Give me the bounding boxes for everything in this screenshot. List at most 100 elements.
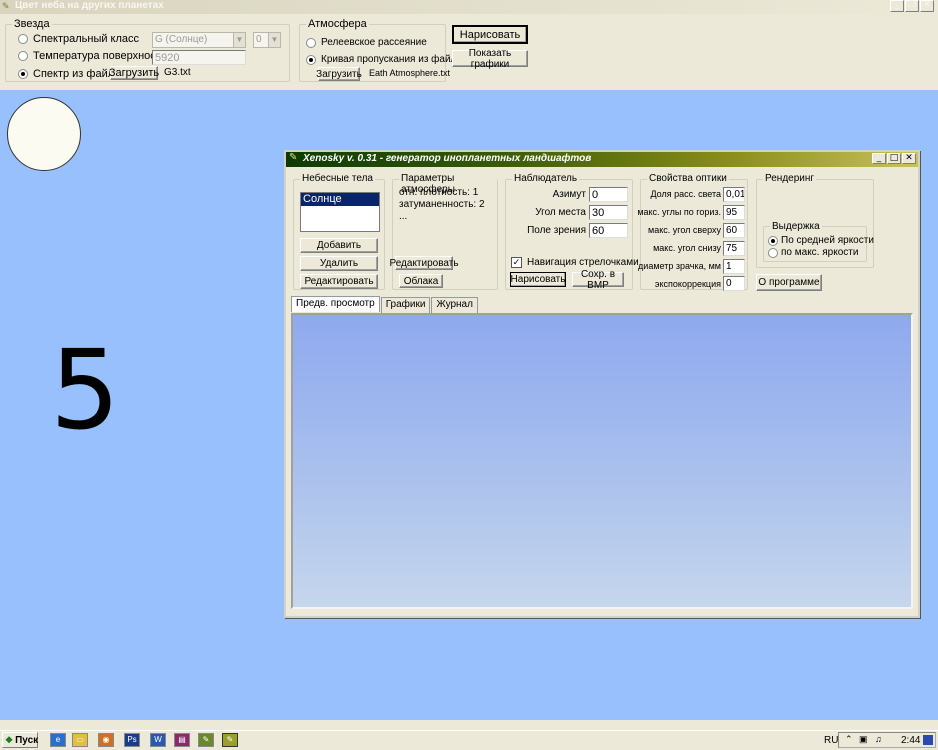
tab-preview[interactable]: Предв. просмотр (291, 296, 380, 312)
exposure-group: Выдержка По средней яркости по макс. ярк… (763, 221, 874, 262)
atmosphere-group-legend: Атмосфера (306, 18, 369, 30)
taskbar (0, 730, 938, 750)
atmo-turbidity-text: затуманенность: 2 (399, 199, 485, 210)
radio-transmission-curve[interactable]: Кривая пропускания из файла (306, 54, 462, 65)
minimize-icon[interactable]: _ (890, 0, 904, 12)
spectral-subclass-select[interactable]: 0 ▼ (253, 32, 281, 48)
edit-body-button[interactable]: Редактировать (300, 274, 378, 289)
fov-field[interactable]: 60 (589, 223, 628, 238)
tab-log[interactable]: Журнал (431, 297, 478, 313)
optics-value: 95 (726, 207, 738, 218)
xenosky-title-bar[interactable]: ✎ Xenosky v. 0.31 - генератор инопланетн… (286, 152, 918, 167)
clouds-button[interactable]: Облака (399, 274, 443, 288)
maximize-icon[interactable]: □ (887, 153, 901, 164)
spectral-class-select[interactable]: G (Солнце) ▼ (152, 32, 246, 48)
xenosky-task-icon[interactable]: ✎ (198, 733, 214, 747)
app-icon: ✎ (289, 152, 298, 163)
minimize-icon[interactable]: _ (872, 153, 886, 164)
show-graphs-button[interactable]: Показать графики (452, 48, 528, 70)
preview-draw-button[interactable]: Нарисовать (510, 272, 566, 287)
about-button[interactable]: О программе (756, 274, 822, 291)
xenosky-title: Xenosky v. 0.31 - генератор инопланетных… (303, 153, 592, 164)
max-horizontal-angle-field[interactable]: 95 (723, 205, 745, 220)
pupil-diameter-field[interactable]: 1 (723, 259, 745, 274)
atmosphere-file-name: Eath Atmosphere.txt (369, 68, 451, 78)
arrow-navigation-checkbox[interactable]: ✓ Навигация стрелочками (511, 257, 639, 268)
exposure-correction-field[interactable]: 0 (723, 276, 745, 291)
optics-legend: Свойства оптики (647, 173, 729, 184)
countdown-number: 5 (50, 326, 120, 454)
add-body-button[interactable]: Добавить (300, 238, 378, 253)
radio-temperature-label: Температура поверхности (33, 50, 167, 62)
show-desktop-icon[interactable] (923, 735, 933, 745)
list-item[interactable]: Солнце (301, 193, 379, 206)
edit-atmosphere-button[interactable]: Редактировать (389, 256, 459, 270)
altitude-field[interactable]: 30 (589, 205, 628, 220)
spectral-subclass-value: 0 (256, 34, 262, 45)
archive-icon[interactable]: ▤ (174, 733, 190, 747)
star-group-legend: Звезда (12, 18, 52, 30)
fov-value: 60 (592, 225, 605, 237)
bodies-group: Небесные тела Солнце Добавить Удалить Ре… (293, 173, 385, 290)
optics-label-pupil: диаметр зрачка, мм (638, 261, 721, 271)
radio-rayleigh[interactable]: Релеевское рассеяние (306, 37, 427, 48)
photoshop-icon[interactable]: Ps (124, 733, 140, 747)
language-indicator[interactable]: RU (824, 735, 838, 746)
main-title-bar[interactable]: ✎ Цвет неба на других планетах _ ❐ ✕ (0, 0, 938, 14)
radio-circle (18, 51, 28, 61)
star-load-button[interactable]: Загрузить (109, 66, 159, 80)
bodies-legend: Небесные тела (300, 173, 375, 184)
temperature-field[interactable]: 5920 (152, 50, 246, 65)
azimuth-value: 0 (592, 189, 599, 201)
chevron-up-icon[interactable]: ⌃ (845, 734, 853, 745)
radio-circle (306, 37, 316, 48)
optics-group: Свойства оптики Доля расс. света 0,01 ма… (637, 173, 748, 291)
azimuth-field[interactable]: 0 (589, 187, 628, 202)
xenosky-window: ✎ Xenosky v. 0.31 - генератор инопланетн… (284, 150, 920, 618)
close-icon[interactable]: ✕ (920, 0, 934, 12)
scatter-fraction-field[interactable]: 0,01 (723, 187, 745, 202)
star-group: Звезда Спектральный класс Температура по… (5, 18, 290, 82)
window-title: Цвет неба на других планетах (15, 0, 164, 11)
windows-logo-icon: ❖ (5, 734, 14, 745)
optics-label-top: макс. угол сверху (648, 225, 721, 235)
optics-value: 1 (726, 261, 732, 272)
max-top-angle-field[interactable]: 60 (723, 223, 745, 238)
bodies-list[interactable]: Солнце (300, 192, 380, 232)
radio-spectrum-file-label: Спектр из файла (33, 68, 121, 80)
save-bmp-button[interactable]: Сохр. в BMP (572, 269, 624, 291)
radio-mean-brightness[interactable]: По средней яркости (768, 235, 874, 246)
draw-button[interactable]: Нарисовать (452, 25, 528, 44)
media-player-icon[interactable]: ◉ (98, 733, 114, 747)
clock: 2:44 (901, 735, 921, 746)
radio-spectral-class[interactable]: Спектральный класс (18, 33, 139, 45)
internet-explorer-icon[interactable]: e (50, 733, 66, 747)
radio-circle (768, 247, 778, 258)
network-icon[interactable]: ▣ (859, 734, 868, 745)
radio-transmission-curve-label: Кривая пропускания из файла (321, 54, 462, 65)
tab-graphs[interactable]: Графики (380, 297, 431, 313)
arrow-navigation-label: Навигация стрелочками (527, 257, 639, 268)
radio-temperature[interactable]: Температура поверхности (18, 50, 167, 62)
preview-canvas[interactable] (291, 313, 913, 609)
volume-icon[interactable]: ♫ (875, 734, 882, 744)
optics-value: 0 (726, 278, 732, 289)
atmosphere-load-button[interactable]: Загрузить (316, 67, 362, 81)
atmo-density-text: отн. плотность: 1 (399, 187, 479, 198)
folder-icon[interactable]: ▭ (72, 733, 88, 747)
optics-value: 75 (726, 243, 738, 254)
close-icon[interactable]: ✕ (902, 153, 916, 164)
sun-disc (7, 97, 81, 171)
app-icon: ✎ (2, 1, 10, 11)
word-icon[interactable]: W (150, 733, 166, 747)
radio-spectrum-file[interactable]: Спектр из файла (18, 68, 120, 80)
restore-icon[interactable]: ❐ (905, 0, 919, 12)
start-button[interactable]: ❖ Пуск (2, 732, 38, 748)
start-label: Пуск (15, 734, 39, 746)
max-bottom-angle-field[interactable]: 75 (723, 241, 745, 256)
radio-max-brightness[interactable]: по макс. яркости (768, 247, 858, 258)
delete-body-button[interactable]: Удалить (300, 256, 378, 271)
atmosphere-group: Атмосфера Релеевское рассеяние Кривая пр… (299, 18, 462, 82)
rendering-group: Рендеринг Выдержка По средней яркости по… (756, 173, 874, 268)
xenosky-active-task-icon[interactable]: ✎ (222, 733, 238, 747)
